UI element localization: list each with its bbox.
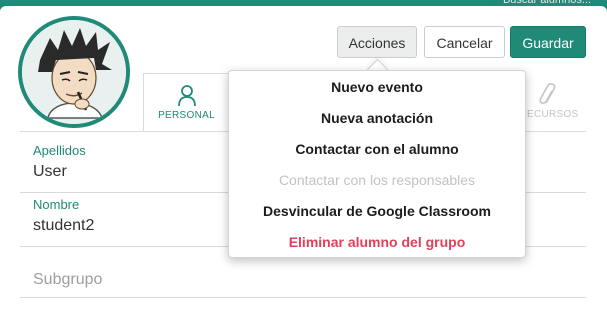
menu-item-nueva-anotacion[interactable]: Nueva anotación [229, 103, 525, 133]
apellidos-label: Apellidos [33, 143, 86, 158]
student-avatar[interactable] [18, 16, 130, 128]
subgrupo-field[interactable]: Subgrupo [33, 271, 102, 289]
cancel-button[interactable]: Cancelar [424, 26, 505, 58]
menu-item-contactar-responsables: Contactar con los responsables [278, 172, 476, 188]
menu-item-nuevo-evento[interactable]: Nuevo evento [229, 72, 525, 102]
acciones-button[interactable]: Acciones [337, 26, 417, 58]
menu-item-contactar-alumno[interactable]: Contactar con el alumno [229, 134, 525, 164]
nombre-label: Nombre [33, 197, 80, 212]
subgrupo-underline [20, 297, 586, 298]
menu-item-desvincular-classroom[interactable]: Desvincular de Google Classroom [229, 196, 525, 226]
nombre-field[interactable]: student2 [33, 217, 94, 235]
tab-personal[interactable]: PERSONAL [143, 73, 230, 131]
save-button[interactable]: Guardar [510, 26, 586, 58]
cartoon-avatar-image [22, 20, 126, 124]
tab-personal-label: PERSONAL [158, 110, 215, 121]
person-icon [144, 84, 229, 108]
apellidos-field[interactable]: User [33, 163, 67, 181]
menu-item-eliminar-alumno[interactable]: Eliminar alumno del grupo [229, 227, 525, 257]
acciones-menu: Nuevo evento Nueva anotación Contactar c… [228, 70, 526, 258]
